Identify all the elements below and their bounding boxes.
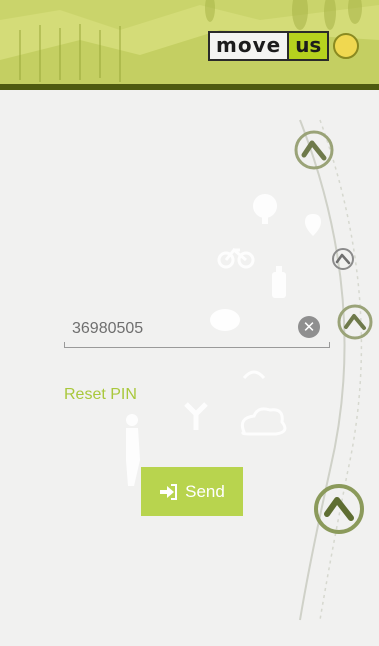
road-split-icon [184,402,208,430]
clear-icon[interactable]: ✕ [298,316,320,338]
reset-pin-link[interactable]: Reset PIN [64,386,137,404]
decorative-background [126,119,373,621]
clock-icon [333,33,360,59]
pin-input-value[interactable]: 36980505 [72,320,143,338]
send-button[interactable]: Send [141,467,243,516]
logo-move-text: move [208,31,288,61]
pedestrian-icon [126,414,140,486]
chevron-up-icon [314,484,364,534]
chevron-up-icon [294,130,334,170]
pin-input[interactable]: 36980505 ✕ [64,312,330,348]
car-icon [242,370,266,380]
tree-icon [253,194,277,224]
bicycle-icon [217,247,255,269]
app-header: move us [0,0,379,88]
logo-us-text: us [287,31,330,61]
scooter-icon [272,266,286,298]
pin-input-underline [64,342,330,348]
send-button-label: Send [185,481,225,501]
location-pin-icon [305,214,321,236]
cloud-icon [240,407,287,436]
moveus-logo: move us [208,31,360,61]
send-arrow-icon [160,483,178,500]
chevron-up-icon [332,248,354,270]
